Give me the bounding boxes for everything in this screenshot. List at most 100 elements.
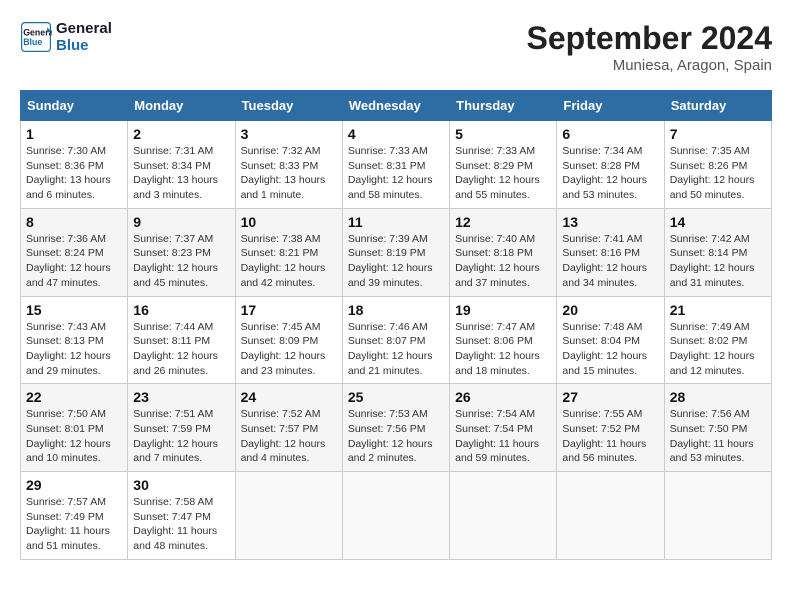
calendar-cell: 9 Sunrise: 7:37 AMSunset: 8:23 PMDaylight… xyxy=(128,208,235,296)
day-info: Sunrise: 7:56 AMSunset: 7:50 PMDaylight:… xyxy=(670,407,766,466)
day-number: 20 xyxy=(562,302,658,318)
day-number: 24 xyxy=(241,389,337,405)
day-number: 1 xyxy=(26,126,122,142)
day-number: 13 xyxy=(562,214,658,230)
day-number: 21 xyxy=(670,302,766,318)
day-number: 27 xyxy=(562,389,658,405)
calendar-cell: 2 Sunrise: 7:31 AMSunset: 8:34 PMDaylight… xyxy=(128,121,235,209)
calendar-cell: 14 Sunrise: 7:42 AMSunset: 8:14 PMDayligh… xyxy=(664,208,771,296)
day-number: 2 xyxy=(133,126,229,142)
calendar-cell: 10 Sunrise: 7:38 AMSunset: 8:21 PMDayligh… xyxy=(235,208,342,296)
day-number: 12 xyxy=(455,214,551,230)
day-number: 28 xyxy=(670,389,766,405)
calendar-cell: 22 Sunrise: 7:50 AMSunset: 8:01 PMDayligh… xyxy=(21,384,128,472)
day-number: 5 xyxy=(455,126,551,142)
calendar-week-row: 15 Sunrise: 7:43 AMSunset: 8:13 PMDayligh… xyxy=(21,296,772,384)
day-info: Sunrise: 7:48 AMSunset: 8:04 PMDaylight:… xyxy=(562,320,658,379)
calendar-cell: 30 Sunrise: 7:58 AMSunset: 7:47 PMDayligh… xyxy=(128,472,235,560)
day-info: Sunrise: 7:44 AMSunset: 8:11 PMDaylight:… xyxy=(133,320,229,379)
calendar-cell: 7 Sunrise: 7:35 AMSunset: 8:26 PMDaylight… xyxy=(664,121,771,209)
day-info: Sunrise: 7:42 AMSunset: 8:14 PMDaylight:… xyxy=(670,232,766,291)
day-info: Sunrise: 7:38 AMSunset: 8:21 PMDaylight:… xyxy=(241,232,337,291)
day-number: 6 xyxy=(562,126,658,142)
calendar-cell: 12Sunrise: 7:40 AMSunset: 8:18 PMDayligh… xyxy=(450,208,557,296)
calendar-week-row: 1 Sunrise: 7:30 AMSunset: 8:36 PMDaylight… xyxy=(21,121,772,209)
day-number: 8 xyxy=(26,214,122,230)
day-info: Sunrise: 7:34 AMSunset: 8:28 PMDaylight:… xyxy=(562,144,658,203)
calendar-cell xyxy=(450,472,557,560)
day-info: Sunrise: 7:31 AMSunset: 8:34 PMDaylight:… xyxy=(133,144,229,203)
calendar-cell: 16 Sunrise: 7:44 AMSunset: 8:11 PMDayligh… xyxy=(128,296,235,384)
day-info: Sunrise: 7:35 AMSunset: 8:26 PMDaylight:… xyxy=(670,144,766,203)
calendar-table: SundayMondayTuesdayWednesdayThursdayFrid… xyxy=(20,90,772,560)
calendar-cell: 24Sunrise: 7:52 AMSunset: 7:57 PMDayligh… xyxy=(235,384,342,472)
calendar-header-row: SundayMondayTuesdayWednesdayThursdayFrid… xyxy=(21,91,772,121)
day-number: 22 xyxy=(26,389,122,405)
logo: General Blue General Blue xyxy=(20,20,112,54)
calendar-cell xyxy=(342,472,449,560)
day-number: 30 xyxy=(133,477,229,493)
day-info: Sunrise: 7:39 AMSunset: 8:19 PMDaylight:… xyxy=(348,232,444,291)
day-number: 9 xyxy=(133,214,229,230)
calendar-cell: 4 Sunrise: 7:33 AMSunset: 8:31 PMDaylight… xyxy=(342,121,449,209)
calendar-cell: 26 Sunrise: 7:54 AMSunset: 7:54 PMDayligh… xyxy=(450,384,557,472)
day-number: 7 xyxy=(670,126,766,142)
calendar-cell: 5 Sunrise: 7:33 AMSunset: 8:29 PMDaylight… xyxy=(450,121,557,209)
weekday-header: Tuesday xyxy=(235,91,342,121)
logo-text-blue: Blue xyxy=(56,37,112,54)
day-number: 18 xyxy=(348,302,444,318)
day-number: 16 xyxy=(133,302,229,318)
calendar-cell: 29Sunrise: 7:57 AMSunset: 7:49 PMDayligh… xyxy=(21,472,128,560)
calendar-cell: 8Sunrise: 7:36 AMSunset: 8:24 PMDaylight… xyxy=(21,208,128,296)
day-info: Sunrise: 7:53 AMSunset: 7:56 PMDaylight:… xyxy=(348,407,444,466)
day-number: 14 xyxy=(670,214,766,230)
day-number: 3 xyxy=(241,126,337,142)
day-info: Sunrise: 7:45 AMSunset: 8:09 PMDaylight:… xyxy=(241,320,337,379)
day-info: Sunrise: 7:37 AMSunset: 8:23 PMDaylight:… xyxy=(133,232,229,291)
day-number: 15 xyxy=(26,302,122,318)
day-info: Sunrise: 7:51 AMSunset: 7:59 PMDaylight:… xyxy=(133,407,229,466)
calendar-week-row: 22 Sunrise: 7:50 AMSunset: 8:01 PMDayligh… xyxy=(21,384,772,472)
title-block: September 2024 Muniesa, Aragon, Spain xyxy=(527,20,772,74)
calendar-cell xyxy=(235,472,342,560)
logo-icon: General Blue xyxy=(20,21,52,53)
day-number: 4 xyxy=(348,126,444,142)
day-number: 23 xyxy=(133,389,229,405)
calendar-cell xyxy=(557,472,664,560)
day-info: Sunrise: 7:41 AMSunset: 8:16 PMDaylight:… xyxy=(562,232,658,291)
day-info: Sunrise: 7:46 AMSunset: 8:07 PMDaylight:… xyxy=(348,320,444,379)
day-info: Sunrise: 7:54 AMSunset: 7:54 PMDaylight:… xyxy=(455,407,551,466)
day-number: 17 xyxy=(241,302,337,318)
day-info: Sunrise: 7:50 AMSunset: 8:01 PMDaylight:… xyxy=(26,407,122,466)
day-number: 26 xyxy=(455,389,551,405)
weekday-header: Wednesday xyxy=(342,91,449,121)
calendar-cell: 28 Sunrise: 7:56 AMSunset: 7:50 PMDayligh… xyxy=(664,384,771,472)
svg-text:Blue: Blue xyxy=(23,37,42,47)
day-info: Sunrise: 7:32 AMSunset: 8:33 PMDaylight:… xyxy=(241,144,337,203)
calendar-week-row: 29Sunrise: 7:57 AMSunset: 7:49 PMDayligh… xyxy=(21,472,772,560)
logo-text-general: General xyxy=(56,20,112,37)
weekday-header: Saturday xyxy=(664,91,771,121)
calendar-cell: 27 Sunrise: 7:55 AMSunset: 7:52 PMDayligh… xyxy=(557,384,664,472)
calendar-cell: 19Sunrise: 7:47 AMSunset: 8:06 PMDayligh… xyxy=(450,296,557,384)
calendar-cell: 1 Sunrise: 7:30 AMSunset: 8:36 PMDaylight… xyxy=(21,121,128,209)
calendar-cell: 17 Sunrise: 7:45 AMSunset: 8:09 PMDayligh… xyxy=(235,296,342,384)
day-number: 10 xyxy=(241,214,337,230)
day-info: Sunrise: 7:43 AMSunset: 8:13 PMDaylight:… xyxy=(26,320,122,379)
day-info: Sunrise: 7:58 AMSunset: 7:47 PMDaylight:… xyxy=(133,495,229,554)
day-info: Sunrise: 7:47 AMSunset: 8:06 PMDaylight:… xyxy=(455,320,551,379)
calendar-cell: 3 Sunrise: 7:32 AMSunset: 8:33 PMDaylight… xyxy=(235,121,342,209)
day-info: Sunrise: 7:33 AMSunset: 8:29 PMDaylight:… xyxy=(455,144,551,203)
day-info: Sunrise: 7:49 AMSunset: 8:02 PMDaylight:… xyxy=(670,320,766,379)
day-info: Sunrise: 7:30 AMSunset: 8:36 PMDaylight:… xyxy=(26,144,122,203)
month-title: September 2024 xyxy=(527,20,772,57)
calendar-cell: 11Sunrise: 7:39 AMSunset: 8:19 PMDayligh… xyxy=(342,208,449,296)
day-info: Sunrise: 7:33 AMSunset: 8:31 PMDaylight:… xyxy=(348,144,444,203)
day-info: Sunrise: 7:55 AMSunset: 7:52 PMDaylight:… xyxy=(562,407,658,466)
calendar-cell: 20 Sunrise: 7:48 AMSunset: 8:04 PMDayligh… xyxy=(557,296,664,384)
calendar-cell: 23 Sunrise: 7:51 AMSunset: 7:59 PMDayligh… xyxy=(128,384,235,472)
calendar-cell: 18 Sunrise: 7:46 AMSunset: 8:07 PMDayligh… xyxy=(342,296,449,384)
location: Muniesa, Aragon, Spain xyxy=(527,57,772,74)
calendar-cell: 13 Sunrise: 7:41 AMSunset: 8:16 PMDayligh… xyxy=(557,208,664,296)
day-info: Sunrise: 7:57 AMSunset: 7:49 PMDaylight:… xyxy=(26,495,122,554)
